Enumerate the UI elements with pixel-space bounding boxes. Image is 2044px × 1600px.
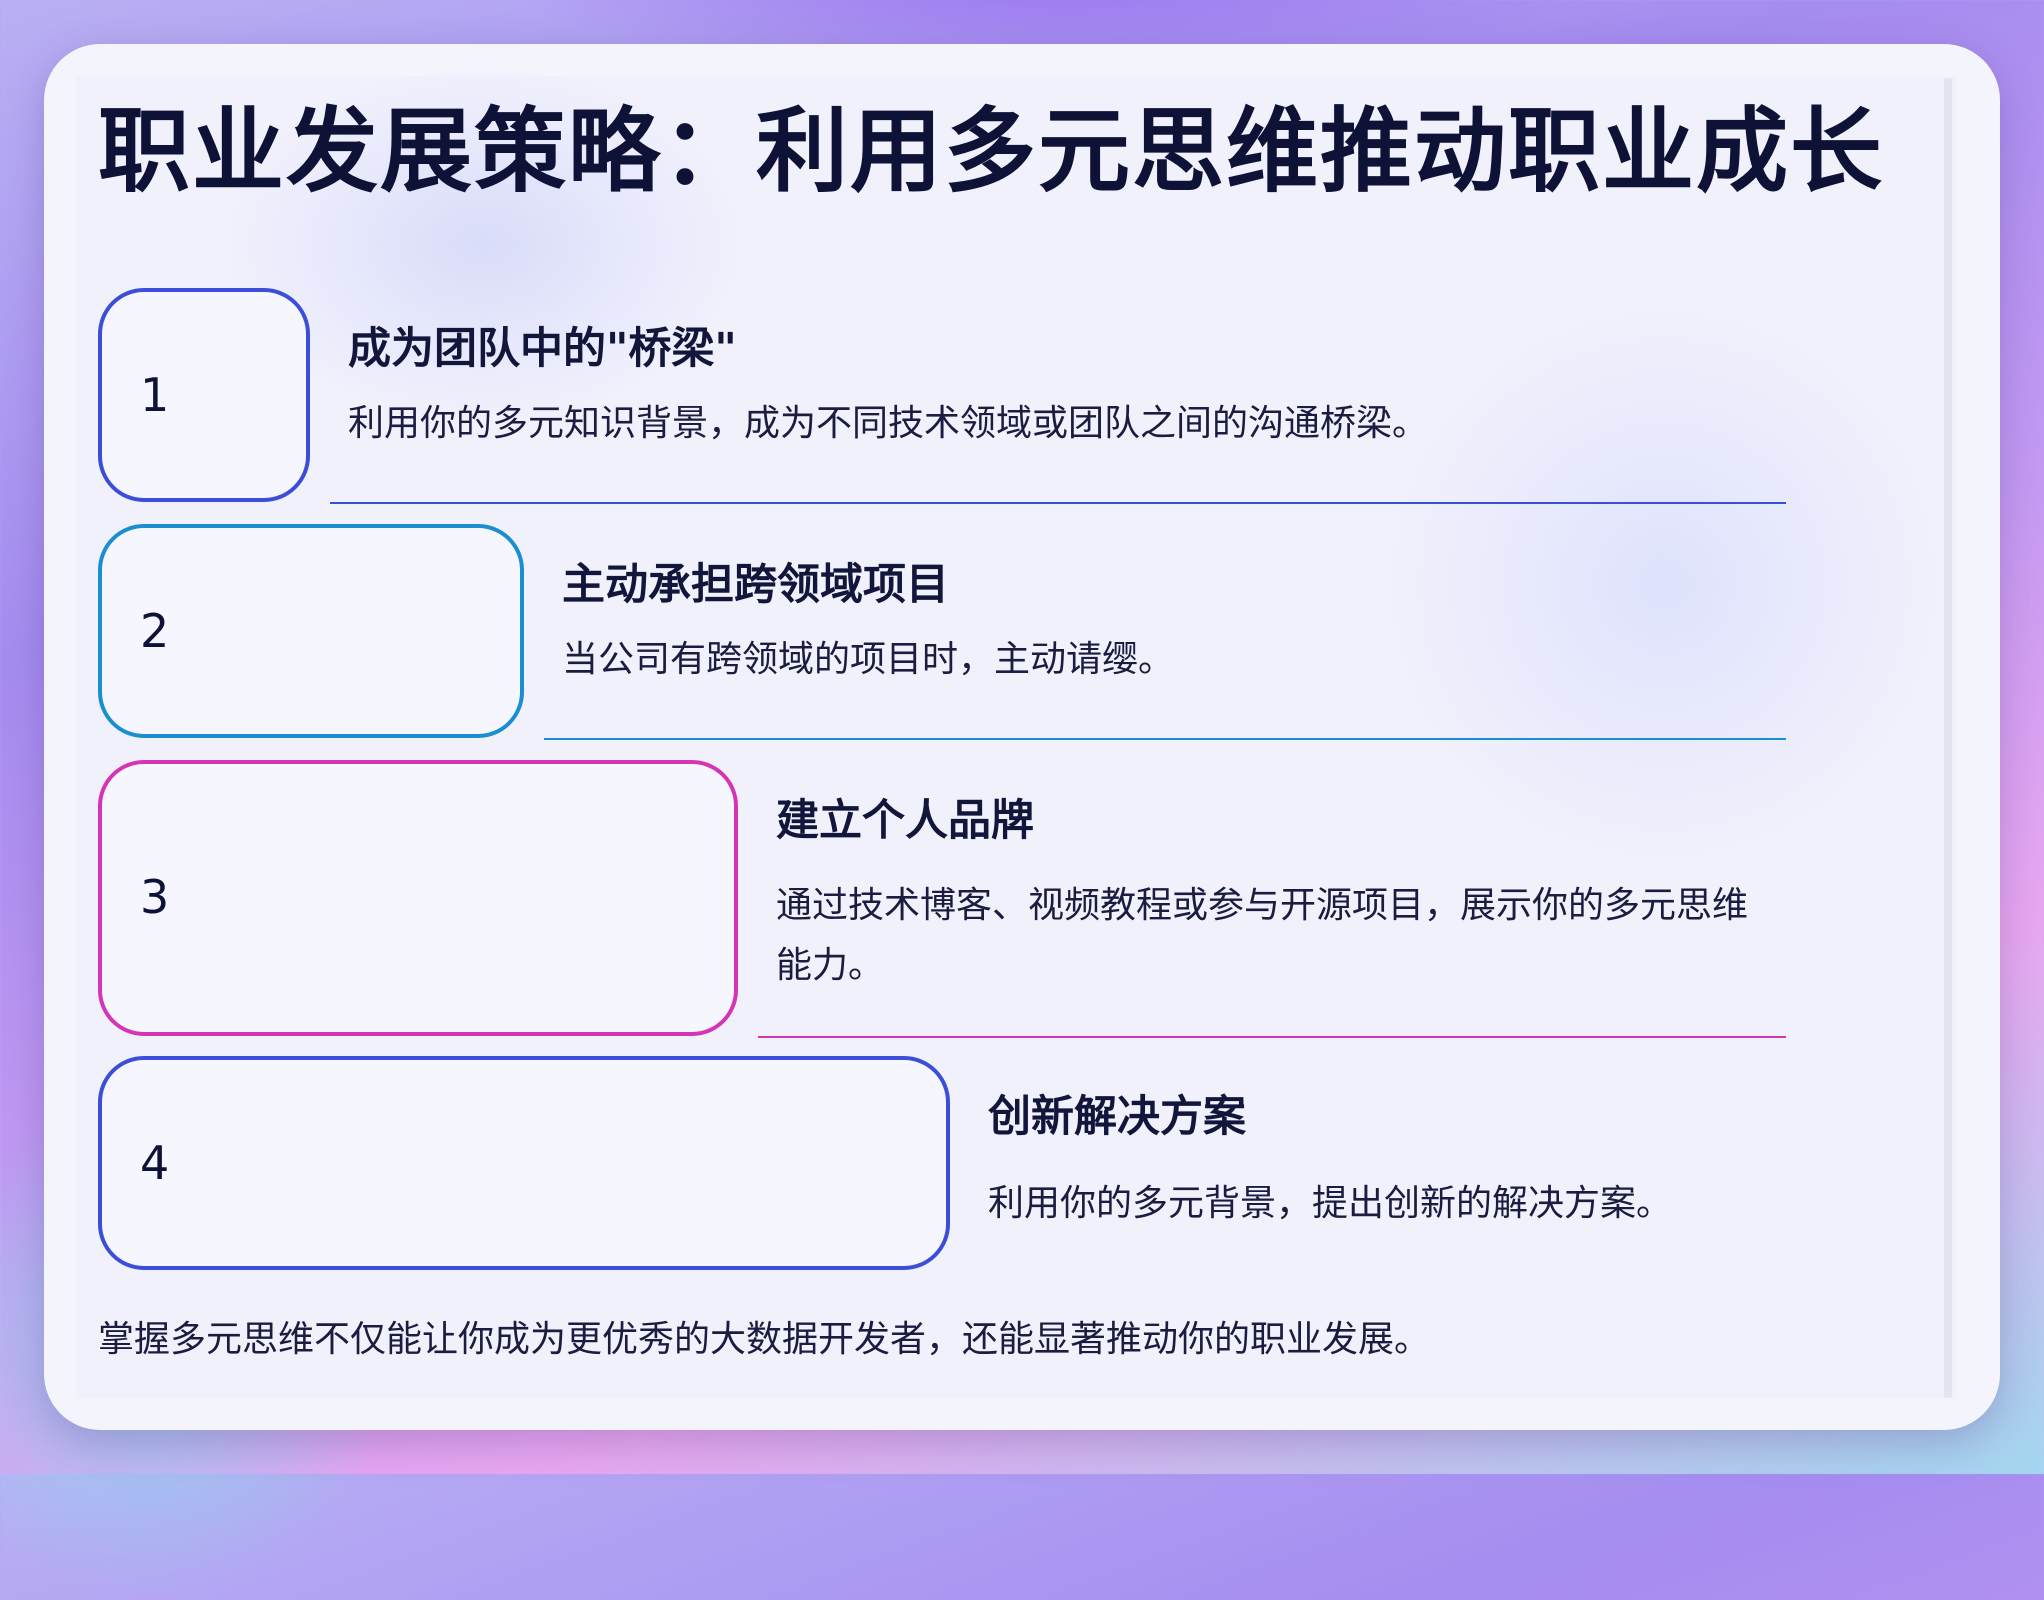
step-description: 利用你的多元背景，提出创新的解决方案。 [988, 1183, 1673, 1224]
step-title: 主动承担跨领域项目 [562, 560, 949, 610]
step-number: 4 [140, 1136, 170, 1190]
step-description: 当公司有跨领域的项目时，主动请缨。 [562, 639, 1175, 680]
step-title: 建立个人品牌 [776, 796, 1034, 846]
step-title: 成为团队中的"桥梁" [348, 324, 737, 374]
step-description: 通过技术博客、视频教程或参与开源项目，展示你的多元思维能力。 [776, 885, 1749, 986]
step-number-box [98, 760, 738, 1036]
decorative-blob [1384, 304, 1944, 864]
page-title: 职业发展策略：利用多元思维推动职业成长 [98, 98, 1885, 205]
step-number: 1 [140, 368, 170, 422]
step-divider [758, 1036, 1786, 1038]
scrollbar[interactable] [1944, 78, 1952, 1398]
step-divider [330, 502, 1786, 504]
step-number: 2 [140, 604, 170, 658]
step-number-box [98, 288, 310, 502]
step-description: 利用你的多元知识背景，成为不同技术领域或团队之间的沟通桥梁。 [348, 403, 1429, 444]
step-number-box [98, 1056, 950, 1270]
footer-text: 掌握多元思维不仅能让你成为更优秀的大数据开发者，还能显著推动你的职业发展。 [98, 1319, 1431, 1360]
step-divider [544, 738, 1786, 740]
step-title: 创新解决方案 [988, 1092, 1246, 1142]
step-number: 3 [140, 870, 170, 924]
